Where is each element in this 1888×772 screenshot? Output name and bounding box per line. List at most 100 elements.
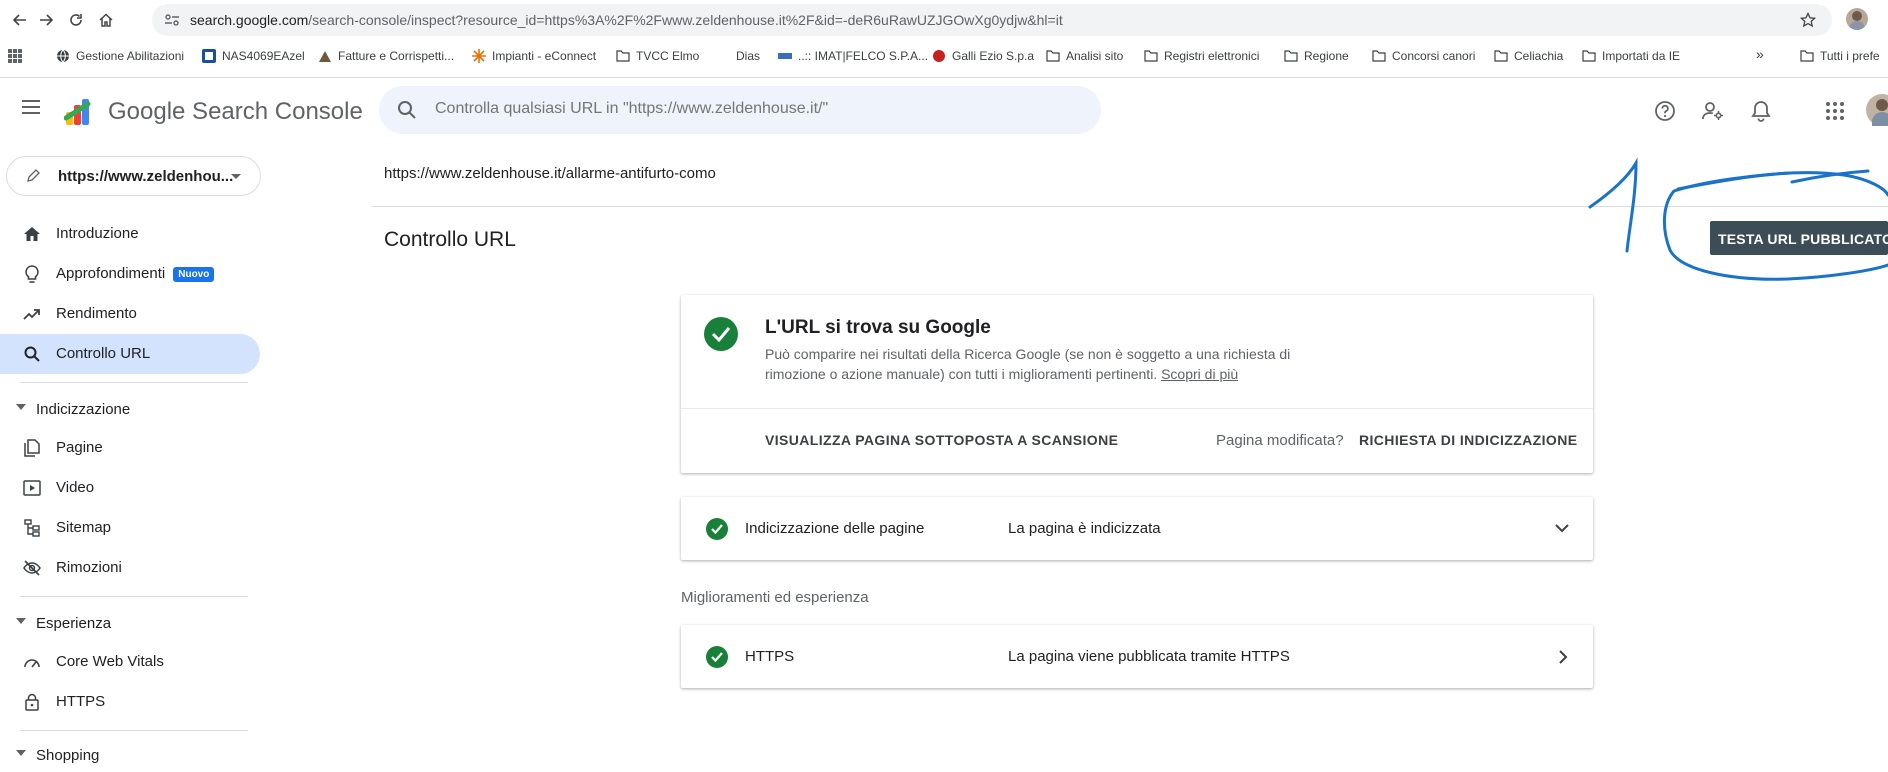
sidebar-divider: [20, 730, 248, 731]
bookmark-item[interactable]: Celiachia: [1494, 49, 1563, 63]
sitemap-icon: [22, 518, 42, 538]
sidebar-item-https[interactable]: HTTPS: [0, 682, 260, 722]
trending-up-icon: [22, 304, 42, 324]
success-check-icon: [704, 317, 738, 351]
address-url[interactable]: search.google.com/search-console/inspect…: [190, 12, 1063, 28]
eye-off-icon: [22, 558, 42, 578]
bookmark-label: Gestione Abilitazioni: [76, 49, 185, 63]
view-crawled-page-button[interactable]: VISUALIZZA PAGINA SOTTOPOSTA A SCANSIONE: [765, 432, 1118, 448]
sidebar-divider: [20, 596, 248, 597]
browser-toolbar: search.google.com/search-console/inspect…: [0, 0, 1888, 40]
sidebar-item-sitemap[interactable]: Sitemap: [0, 508, 260, 548]
home-button[interactable]: [94, 8, 118, 32]
bookmark-label: Analisi sito: [1066, 49, 1124, 63]
folder-icon: [1582, 49, 1596, 63]
section-title: Esperienza: [36, 615, 112, 632]
account-avatar[interactable]: [1866, 94, 1888, 126]
bookmark-label: ..:: IMAT|FELCO S.P.A...: [798, 49, 929, 63]
speed-icon: [22, 652, 42, 672]
sidebar-item-label: Approfondimenti Nuovo: [56, 265, 215, 282]
star-icon[interactable]: [1800, 12, 1816, 28]
bookmark-item[interactable]: NAS4069EAzel: [202, 49, 305, 63]
apps-grid-icon: [8, 49, 22, 63]
bookmark-item[interactable]: Gestione Abilitazioni: [56, 49, 184, 63]
sidebar-item-rimozioni[interactable]: Rimozioni: [0, 548, 260, 588]
other-bookmarks[interactable]: Tutti i prefe: [1800, 49, 1880, 63]
folder-icon: [1144, 49, 1158, 63]
address-bar[interactable]: search.google.com/search-console/inspect…: [152, 4, 1832, 36]
product-name: Google Search Console: [108, 98, 363, 125]
help-button[interactable]: [1651, 97, 1679, 125]
sidebar-item-label: Controllo URL: [56, 345, 151, 362]
google-apps-button[interactable]: [1821, 97, 1849, 125]
bookmark-item[interactable]: Fatture e Corrispetti...: [318, 49, 454, 63]
section-esperienza[interactable]: Esperienza: [0, 608, 260, 640]
home-icon: [22, 224, 42, 244]
https-row[interactable]: HTTPS La pagina viene pubblicata tramite…: [681, 625, 1593, 688]
sidebar-item-introduzione[interactable]: Introduzione: [0, 214, 260, 254]
video-icon: [22, 478, 42, 498]
card-divider: [681, 408, 1593, 409]
status-description-line2: rimozione o azione manuale) con tutti i …: [765, 366, 1238, 382]
bookmark-item[interactable]: Concorsi canori: [1372, 49, 1475, 63]
bookmark-item[interactable]: TVCC Elmo: [616, 49, 699, 63]
learn-more-link[interactable]: Scopri di più: [1161, 366, 1238, 382]
url-status-card: L'URL si trova su Google Può comparire n…: [681, 295, 1593, 473]
search-console-logo[interactable]: [63, 96, 98, 126]
bookmark-item[interactable]: Dias: [716, 49, 760, 63]
bookmark-item[interactable]: Analisi sito: [1046, 49, 1123, 63]
sidebar-item-label: Core Web Vitals: [56, 653, 164, 670]
sidebar: https://www.zeldenhou... Introduzione Ap…: [0, 144, 270, 772]
sidebar-item-label: Rimozioni: [56, 559, 122, 576]
sidebar-item-approfondimenti[interactable]: Approfondimenti Nuovo: [0, 254, 260, 294]
arrow-right-icon: [40, 14, 54, 26]
reload-button[interactable]: [64, 8, 88, 32]
dropdown-caret-icon: [231, 174, 241, 179]
chevron-right-icon[interactable]: [1558, 650, 1568, 664]
notifications-button[interactable]: [1747, 97, 1775, 125]
account-settings-button[interactable]: [1699, 97, 1727, 125]
folder-icon: [616, 49, 630, 63]
status-description-text: rimozione o azione manuale) con tutti i …: [765, 366, 1158, 382]
browser-profile-avatar[interactable]: [1846, 8, 1868, 30]
sidebar-item-controllo-url[interactable]: Controllo URL: [0, 334, 260, 374]
bookmark-label: Importati da IE: [1602, 49, 1681, 63]
help-icon: [1655, 101, 1675, 121]
reload-icon: [70, 14, 82, 26]
forward-button[interactable]: [34, 8, 58, 32]
url-path: /search-console/inspect?resource_id=http…: [308, 12, 1063, 28]
bookmark-label: Fatture e Corrispetti...: [338, 49, 455, 63]
sidebar-item-video[interactable]: Video: [0, 468, 260, 508]
sidebar-item-pagine[interactable]: Pagine: [0, 428, 260, 468]
indexing-row[interactable]: Indicizzazione delle pagine La pagina è …: [681, 497, 1593, 560]
more-bookmarks-button[interactable]: »: [1756, 46, 1764, 62]
status-description-line1: Può comparire nei risultati della Ricerc…: [765, 346, 1291, 362]
folder-icon: [1046, 49, 1060, 63]
bookmark-item[interactable]: Impianti - eConnect: [472, 49, 596, 63]
apps-shortcut[interactable]: [8, 49, 22, 63]
back-button[interactable]: [8, 8, 32, 32]
bookmark-item[interactable]: Galli Ezio S.p.a: [932, 49, 1034, 63]
sidebar-item-core-web-vitals[interactable]: Core Web Vitals: [0, 642, 260, 682]
url-host: search.google.com: [190, 12, 309, 28]
property-selector[interactable]: https://www.zeldenhou...: [6, 156, 261, 196]
bookmark-item[interactable]: Importati da IE: [1582, 49, 1680, 63]
folder-icon: [1800, 49, 1814, 63]
url-inspect-input[interactable]: [435, 100, 1075, 118]
sidebar-item-rendimento[interactable]: Rendimento: [0, 294, 260, 334]
bookmark-label: Galli Ezio S.p.a: [952, 49, 1035, 63]
request-indexing-button[interactable]: RICHIESTA DI INDICIZZAZIONE: [1359, 432, 1577, 448]
bookmark-item[interactable]: Registri elettronici: [1144, 49, 1259, 63]
section-shopping[interactable]: Shopping: [0, 740, 260, 772]
url-inspect-search-bar[interactable]: [379, 86, 1101, 134]
econnect-icon: [472, 49, 486, 63]
sidebar-item-text: Approfondimenti: [56, 265, 166, 282]
improvements-heading: Miglioramenti ed esperienza: [681, 589, 869, 606]
main-menu-button[interactable]: [20, 98, 44, 122]
section-indicizzazione[interactable]: Indicizzazione: [0, 394, 260, 426]
inspected-url: https://www.zeldenhouse.it/allarme-antif…: [384, 165, 716, 182]
new-badge: Nuovo: [173, 266, 215, 282]
bookmark-item[interactable]: Regione: [1284, 49, 1349, 63]
bookmark-item[interactable]: ..:: IMAT|FELCO S.P.A...: [778, 49, 928, 63]
chevron-down-icon[interactable]: [1555, 523, 1569, 533]
